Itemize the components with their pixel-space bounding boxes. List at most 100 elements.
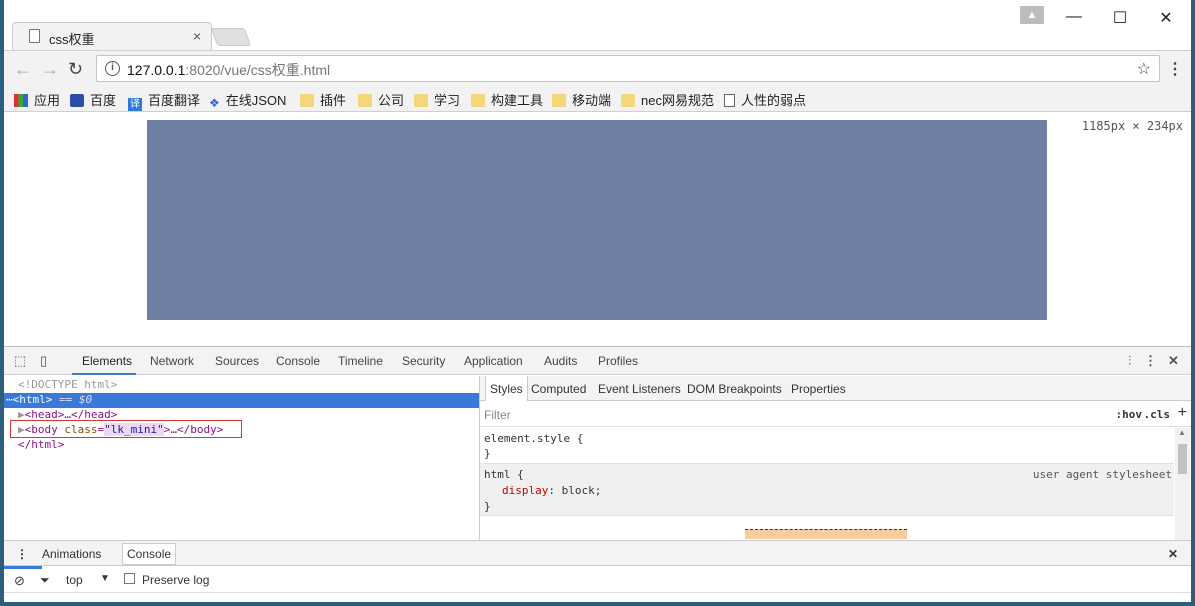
maximize-icon[interactable]: ☐ (1110, 8, 1130, 28)
body-node[interactable]: ▶<body class="lk_mini">…</body> (18, 423, 223, 436)
drawer-tabbar: ⋮ Animations Console ✕ (4, 540, 1191, 566)
tab-console[interactable]: Console (276, 354, 320, 368)
tab-animations[interactable]: Animations (42, 547, 101, 561)
forward-icon[interactable]: → (41, 59, 59, 80)
styles-scrollbar[interactable]: ▲ (1175, 428, 1190, 540)
viewport-dimensions: 1185px × 234px (1081, 119, 1183, 133)
tab-dom-breakpoints[interactable]: DOM Breakpoints (687, 382, 782, 396)
styles-filter-bar[interactable]: Filter :hov .cls + (480, 402, 1191, 427)
bookmark-json[interactable]: ❖ 在线JSON (209, 90, 286, 110)
folder-icon (300, 94, 314, 107)
browser-menu-icon[interactable]: ⋮ (1167, 59, 1183, 79)
devtools-tabbar: ⬚ ▯ Elements Network Sources Console Tim… (4, 347, 1191, 375)
html-node[interactable]: ⋯<html> == $0 (6, 393, 92, 406)
folder-icon (358, 94, 372, 107)
preserve-log-checkbox[interactable] (124, 573, 135, 584)
preserve-log-label: Preserve log (142, 573, 210, 587)
device-toolbar-icon[interactable]: ▯ (40, 353, 47, 369)
html-rule[interactable]: html { user agent stylesheet display: bl… (480, 464, 1174, 516)
elements-tree: <!DOCTYPE html> ⋯<html> == $0 ▶<head>…</… (4, 376, 479, 569)
translate-icon: 译 (128, 98, 142, 111)
page-icon (724, 94, 735, 107)
tab-timeline[interactable]: Timeline (338, 354, 383, 368)
devtools-panel: ⬚ ▯ Elements Network Sources Console Tim… (4, 346, 1191, 602)
chevron-down-icon[interactable]: ▼ (100, 573, 110, 584)
display-declaration: display: block; (502, 484, 602, 497)
tab-event-listeners[interactable]: Event Listeners (598, 382, 681, 396)
folder-icon (414, 94, 428, 107)
clear-console-icon[interactable]: ⊘ (14, 573, 25, 589)
tab-title: css权重 (49, 32, 95, 47)
info-icon[interactable]: i (105, 61, 120, 76)
bookmark-folder-company[interactable]: 公司 (358, 90, 404, 109)
tab-styles[interactable]: Styles (485, 376, 528, 401)
devtools-close-icon[interactable]: ✕ (1168, 353, 1179, 369)
tab-audits[interactable]: Audits (544, 354, 577, 368)
tab-elements[interactable]: Elements (82, 354, 132, 368)
drawer-menu-icon[interactable]: ⋮ (16, 547, 28, 561)
tab-application[interactable]: Application (464, 354, 523, 368)
hov-toggle[interactable]: :hov (1116, 408, 1143, 421)
devtools-menu-icon[interactable]: ⋮ (1144, 353, 1157, 369)
styles-pane: Styles Computed Event Listeners DOM Brea… (479, 376, 1191, 540)
tab-security[interactable]: Security (402, 354, 445, 368)
tab-close-icon[interactable]: × (193, 28, 201, 44)
tab-drawer-console[interactable]: Console (122, 543, 177, 565)
html-selector: html { (484, 468, 524, 481)
back-icon[interactable]: ← (14, 59, 32, 80)
bookmarks-bar: 应用 百度 译百度翻译 ❖ 在线JSON 插件 公司 学习 构建工具 移动端 ne… (4, 86, 1191, 112)
element-style-rule[interactable]: element.style { } (480, 428, 1174, 464)
url-host: 127.0.0.1 (127, 62, 186, 78)
content-box (147, 120, 1047, 320)
tab-properties[interactable]: Properties (791, 382, 846, 396)
new-tab-button[interactable] (210, 28, 252, 46)
json-icon: ❖ (209, 96, 220, 110)
page-icon (29, 29, 40, 43)
minimize-icon[interactable]: — (1064, 8, 1084, 26)
rule-origin: user agent stylesheet (1032, 468, 1172, 481)
address-bar[interactable]: i 127.0.0.1:8020/vue/css权重.html ☆ (96, 55, 1160, 82)
baidu-icon (70, 94, 84, 107)
url-text: 127.0.0.1:8020/vue/css权重.html (127, 60, 330, 80)
browser-toolbar: ← → ↻ i 127.0.0.1:8020/vue/css权重.html ☆ … (4, 50, 1191, 86)
tab-sources[interactable]: Sources (215, 354, 259, 368)
box-model-preview (745, 529, 907, 539)
bookmark-apps[interactable]: 应用 (14, 90, 60, 109)
console-toolbar: ⊘ ⏷ top ▼ Preserve log (4, 567, 1191, 593)
close-window-icon[interactable]: ✕ (1156, 8, 1176, 28)
bookmark-star-icon[interactable]: ☆ (1137, 59, 1151, 79)
bookmark-folder-nec[interactable]: nec网易规范 (621, 90, 714, 109)
bookmark-folder-mobile[interactable]: 移动端 (552, 90, 611, 109)
console-drawer-icon[interactable]: ⫶ (1128, 353, 1131, 369)
doctype-node[interactable]: <!DOCTYPE html> (18, 378, 117, 391)
context-select[interactable]: top (66, 573, 83, 587)
folder-icon (471, 94, 485, 107)
tab-network[interactable]: Network (150, 354, 194, 368)
bookmark-folder-plugins[interactable]: 插件 (300, 90, 346, 109)
page-viewport: 1185px × 234px (4, 112, 1191, 346)
apps-icon (14, 94, 28, 107)
inspect-element-icon[interactable]: ⬚ (14, 353, 26, 369)
drawer-close-icon[interactable]: ✕ (1168, 547, 1178, 561)
folder-icon (552, 94, 566, 107)
scroll-thumb[interactable] (1178, 444, 1187, 474)
active-tab-indicator (72, 373, 136, 375)
folder-icon (621, 94, 635, 107)
tab-profiles[interactable]: Profiles (598, 354, 638, 368)
profile-icon[interactable]: ▲ (1020, 6, 1044, 24)
bookmark-page[interactable]: 人性的弱点 (724, 90, 806, 109)
cls-toggle[interactable]: .cls (1144, 408, 1171, 421)
browser-window: css权重 × ▲ — ☐ ✕ ← → ↻ i 127.0.0.1:8020/v… (4, 0, 1191, 602)
new-rule-icon[interactable]: + (1178, 404, 1187, 422)
browser-tab[interactable]: css权重 × (12, 22, 212, 50)
filter-input[interactable]: Filter (484, 408, 511, 422)
styles-tabbar: Styles Computed Event Listeners DOM Brea… (480, 376, 1191, 401)
bookmark-baidu[interactable]: 百度 (70, 90, 116, 109)
bookmark-folder-build[interactable]: 构建工具 (471, 90, 543, 109)
reload-icon[interactable]: ↻ (68, 59, 83, 80)
bookmark-folder-study[interactable]: 学习 (414, 90, 460, 109)
bookmark-baidu-translate[interactable]: 译百度翻译 (128, 90, 200, 111)
tab-computed[interactable]: Computed (531, 382, 586, 396)
html-close-node[interactable]: </html> (18, 438, 64, 451)
filter-icon[interactable]: ⏷ (40, 573, 50, 588)
